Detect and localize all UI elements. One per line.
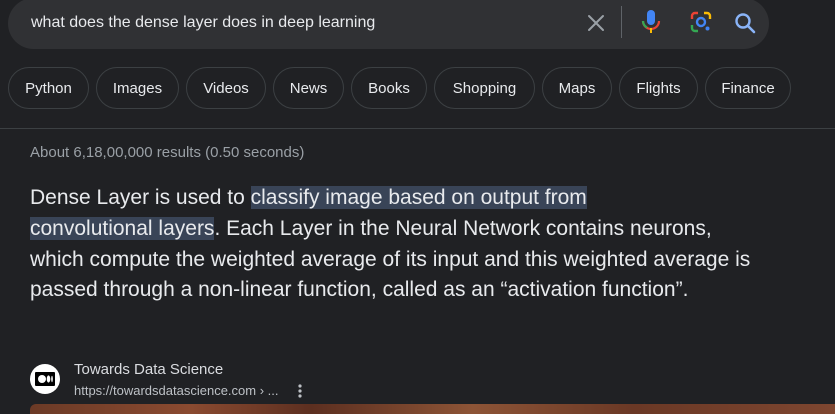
chip-python[interactable]: Python	[8, 67, 89, 109]
chip-label: Videos	[203, 79, 249, 97]
chip-label: Flights	[636, 79, 681, 97]
medium-logo-icon	[30, 364, 60, 394]
featured-snippet-text: Dense Layer is used to classify image ba…	[30, 183, 760, 306]
snippet-highlight: classify image based on output from	[250, 186, 587, 209]
source-url[interactable]: https://towardsdatascience.com › ...	[74, 383, 278, 398]
chip-flights[interactable]: Flights	[619, 67, 698, 109]
chip-finance[interactable]: Finance	[705, 67, 791, 109]
microphone-icon	[641, 10, 661, 33]
more-vertical-icon	[298, 384, 302, 398]
snippet-text-before: Dense Layer is used to	[30, 186, 251, 209]
chip-shopping[interactable]: Shopping	[434, 67, 535, 109]
search-filter-chips: Python Images Videos News Books Shopping…	[8, 67, 798, 111]
search-icon	[735, 13, 756, 34]
chip-label: Python	[25, 79, 72, 97]
search-bar	[8, 0, 769, 49]
search-button[interactable]	[731, 9, 759, 37]
chip-label: Images	[112, 79, 163, 97]
header-divider	[0, 128, 835, 129]
chip-label: Shopping	[452, 79, 517, 97]
chip-maps[interactable]: Maps	[542, 67, 612, 109]
close-icon	[588, 15, 604, 31]
google-lens-icon	[690, 11, 712, 33]
chip-books[interactable]: Books	[351, 67, 427, 109]
medium-logo-glyph	[35, 372, 55, 386]
chip-videos[interactable]: Videos	[186, 67, 266, 109]
chip-label: Books	[368, 79, 410, 97]
more-options-button[interactable]	[292, 382, 308, 400]
result-stats: About 6,18,00,000 results (0.50 seconds)	[30, 144, 305, 161]
source-site-name[interactable]: Towards Data Science	[74, 361, 223, 378]
chip-label: News	[289, 79, 328, 97]
voice-search-button[interactable]	[638, 9, 664, 35]
search-bar-divider	[621, 6, 622, 38]
search-input[interactable]	[31, 12, 571, 34]
chip-label: Maps	[558, 79, 596, 97]
clear-search-button[interactable]	[583, 10, 609, 36]
search-results-page: Python Images Videos News Books Shopping…	[0, 0, 835, 414]
chip-news[interactable]: News	[273, 67, 344, 109]
snippet-highlight: convolutional layers	[30, 216, 215, 240]
result-thumbnail-image[interactable]	[30, 404, 835, 414]
chip-label: Finance	[721, 79, 775, 97]
lens-search-button[interactable]	[688, 9, 714, 35]
chip-images[interactable]: Images	[96, 67, 179, 109]
